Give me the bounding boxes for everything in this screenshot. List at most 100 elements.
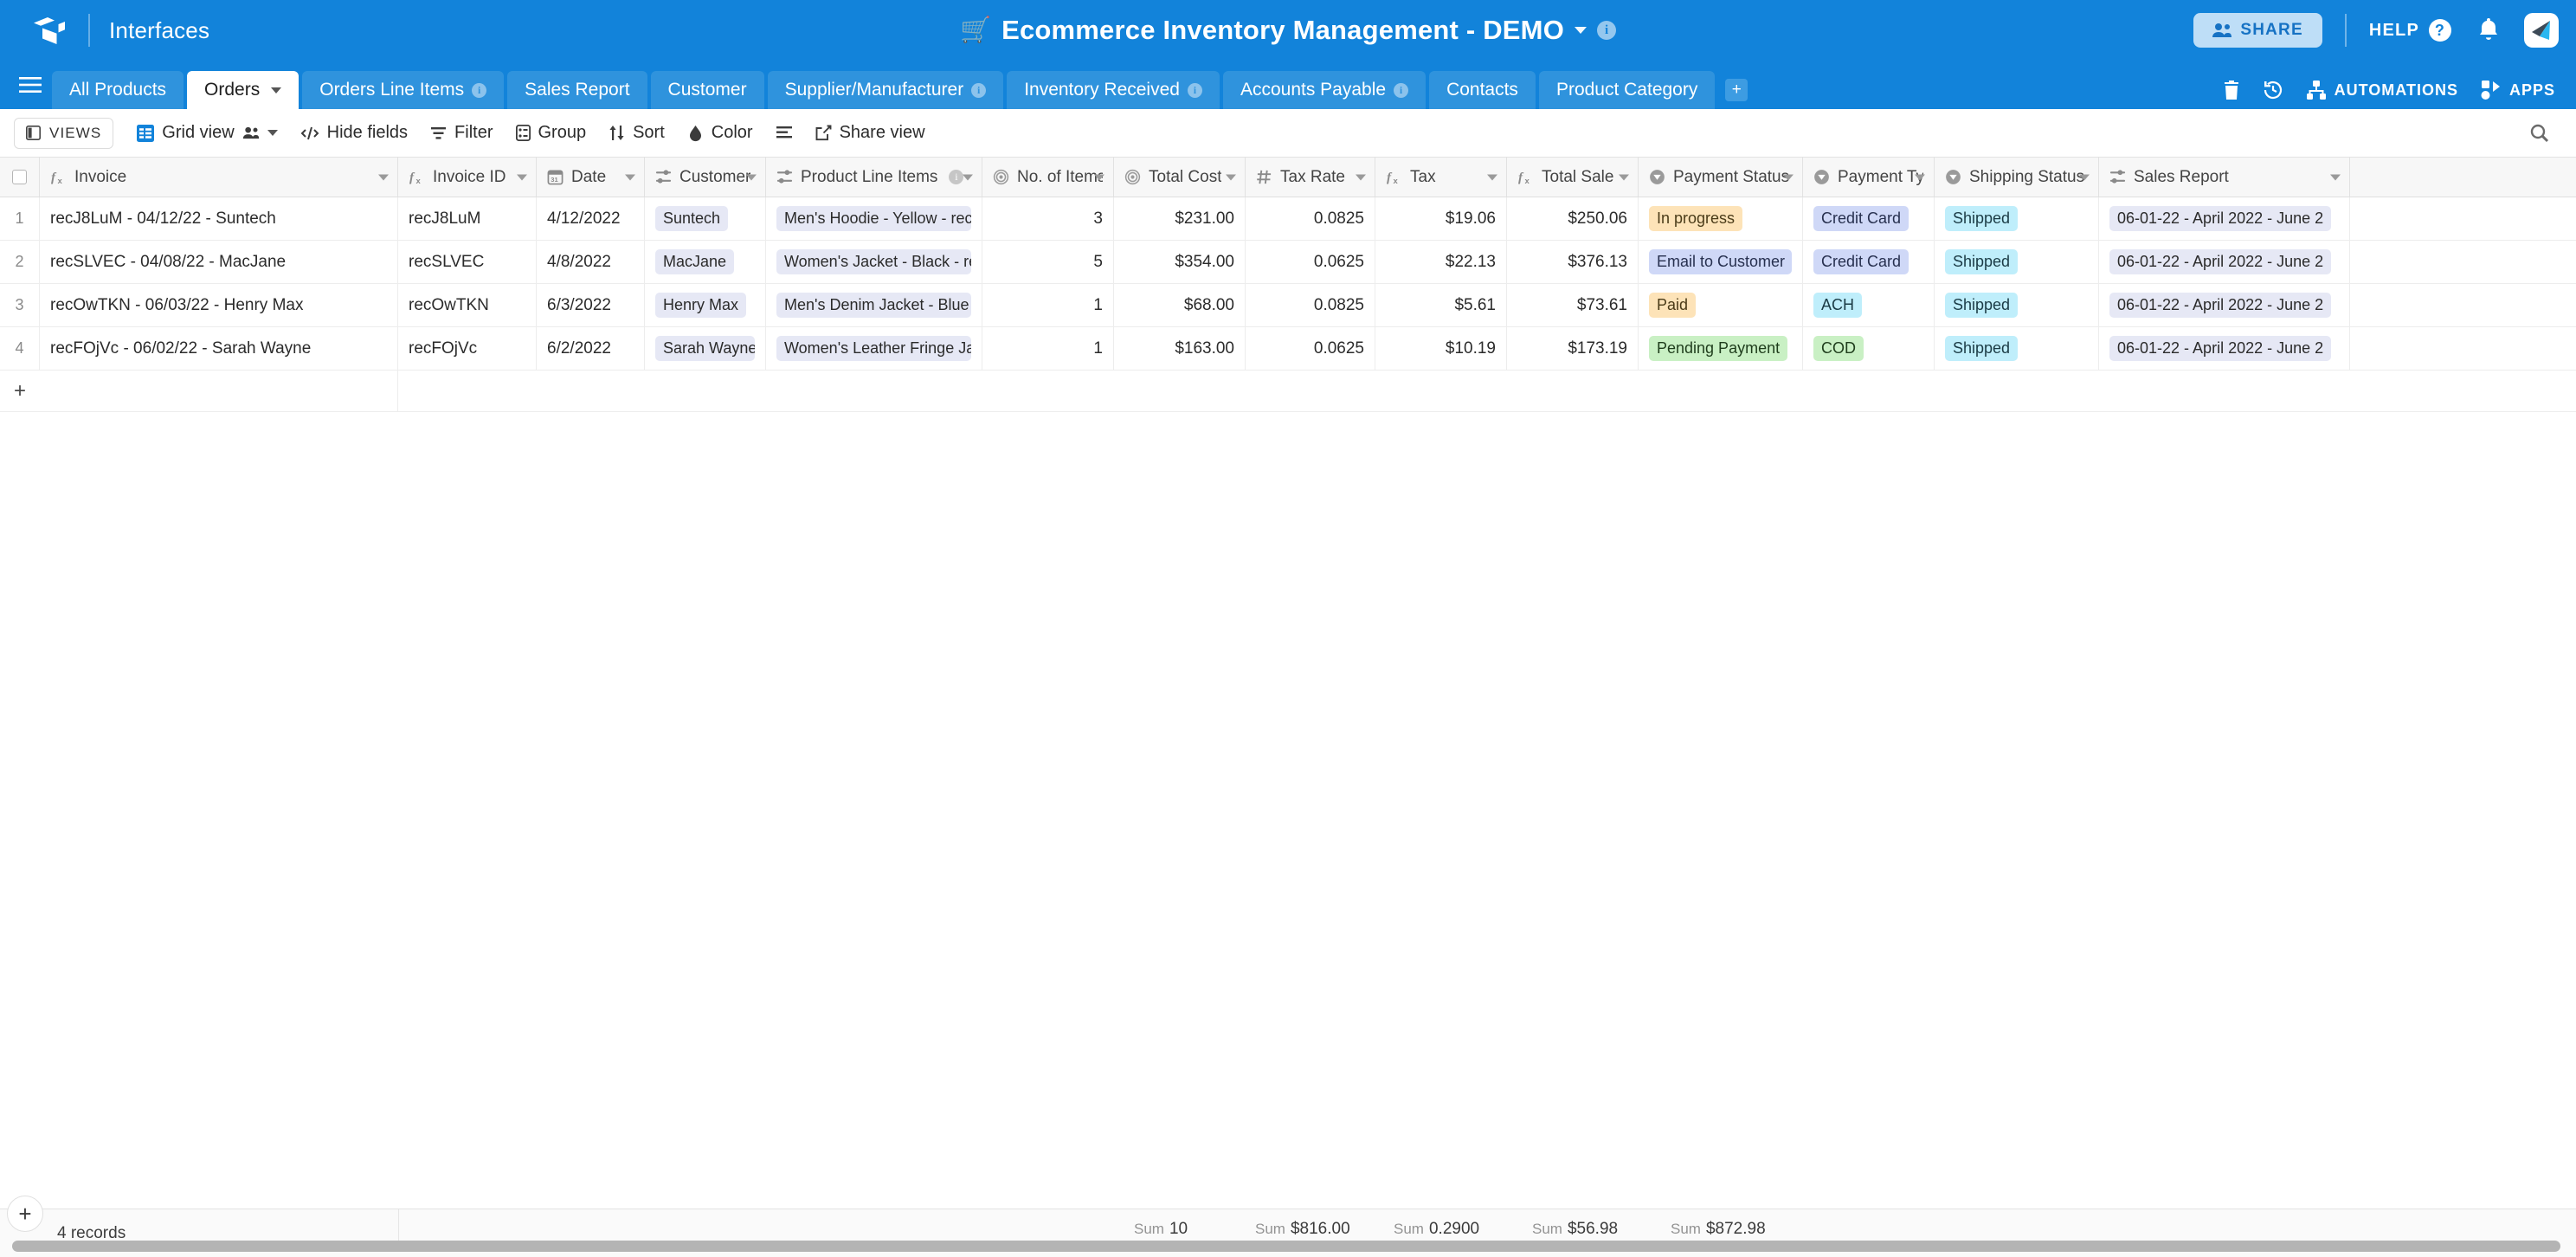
cell-shipping-status[interactable]: Shipped: [1935, 241, 2099, 283]
cell-payment-type[interactable]: Credit Card: [1803, 241, 1935, 283]
info-icon[interactable]: i: [1188, 83, 1202, 98]
chevron-down-icon[interactable]: [1575, 27, 1587, 34]
hide-fields-button[interactable]: Hide fields: [289, 118, 419, 148]
cell-shipping-status[interactable]: Shipped: [1935, 327, 2099, 370]
chevron-down-icon[interactable]: [517, 174, 527, 180]
summary-sum[interactable]: Sum10: [1134, 1220, 1188, 1239]
cell-payment-status[interactable]: Pending Payment: [1639, 327, 1803, 370]
apps-button[interactable]: APPS: [2481, 80, 2555, 100]
tab-customer[interactable]: Customer: [651, 71, 764, 109]
add-table-button[interactable]: +: [1725, 79, 1748, 101]
chevron-down-icon[interactable]: [625, 174, 635, 180]
chevron-down-icon[interactable]: [1226, 174, 1236, 180]
chevron-down-icon[interactable]: [1783, 174, 1794, 180]
cell-invoice-id[interactable]: recJ8LuM: [398, 197, 537, 240]
cell-date[interactable]: 4/8/2022: [537, 241, 645, 283]
tab-product-category[interactable]: Product Category: [1539, 71, 1715, 109]
share-view-button[interactable]: Share view: [804, 118, 937, 148]
cell-no-of-items[interactable]: 1: [982, 284, 1114, 326]
cell-invoice-id[interactable]: recOwTKN: [398, 284, 537, 326]
chevron-down-icon[interactable]: [963, 174, 973, 180]
interfaces-link[interactable]: Interfaces: [109, 17, 209, 44]
cell-total-sale[interactable]: $73.61: [1507, 284, 1639, 326]
tab-supplier-manufacturer[interactable]: Supplier/Manufactureri: [768, 71, 1004, 109]
cell-total-cost[interactable]: $231.00: [1114, 197, 1246, 240]
tab-sales-report[interactable]: Sales Report: [507, 71, 647, 109]
info-icon[interactable]: i: [1597, 21, 1616, 40]
cell-product-line-items[interactable]: Men's Hoodie - Yellow - recJ8: [766, 197, 982, 240]
info-icon[interactable]: i: [472, 83, 486, 98]
chevron-down-icon[interactable]: [378, 174, 389, 180]
search-icon[interactable]: [2529, 123, 2562, 144]
cell-total-sale[interactable]: $173.19: [1507, 327, 1639, 370]
column-header-invoice[interactable]: fxInvoice: [40, 158, 398, 197]
cell-payment-type[interactable]: Credit Card: [1803, 197, 1935, 240]
grid-view-button[interactable]: Grid view: [126, 118, 288, 148]
cell-payment-status[interactable]: Paid: [1639, 284, 1803, 326]
cell-product-line-items[interactable]: Men's Denim Jacket - Blue - r: [766, 284, 982, 326]
cell-invoice-id[interactable]: recSLVEC: [398, 241, 537, 283]
chevron-down-icon[interactable]: [1356, 174, 1366, 180]
airtable-logo-icon[interactable]: [29, 10, 69, 50]
tab-accounts-payable[interactable]: Accounts Payablei: [1223, 71, 1426, 109]
cell-date[interactable]: 6/2/2022: [537, 327, 645, 370]
tab-inventory-received[interactable]: Inventory Receivedi: [1007, 71, 1220, 109]
cell-no-of-items[interactable]: 3: [982, 197, 1114, 240]
add-record-button[interactable]: +: [7, 1196, 43, 1232]
cell-customer[interactable]: Sarah Wayne: [645, 327, 766, 370]
table-row[interactable]: 3recOwTKN - 06/03/22 - Henry MaxrecOwTKN…: [0, 284, 2576, 327]
views-button[interactable]: VIEWS: [14, 118, 113, 149]
plus-icon[interactable]: +: [0, 371, 40, 411]
summary-sum[interactable]: Sum0.2900: [1394, 1220, 1479, 1239]
cell-invoice-id[interactable]: recFOjVc: [398, 327, 537, 370]
cell-product-line-items[interactable]: Women's Jacket - Black - recS: [766, 241, 982, 283]
tab-orders[interactable]: Orders: [187, 71, 299, 109]
cell-sales-report[interactable]: 06-01-22 - April 2022 - June 2: [2099, 327, 2350, 370]
cell-tax[interactable]: $19.06: [1375, 197, 1507, 240]
cell-payment-type[interactable]: ACH: [1803, 284, 1935, 326]
trash-icon[interactable]: [2223, 81, 2240, 100]
cell-invoice[interactable]: recSLVEC - 04/08/22 - MacJane: [40, 241, 398, 283]
group-button[interactable]: Group: [505, 118, 598, 148]
column-header-invoice-id[interactable]: fxInvoice ID: [398, 158, 537, 197]
cell-payment-status[interactable]: In progress: [1639, 197, 1803, 240]
cell-no-of-items[interactable]: 5: [982, 241, 1114, 283]
cell-tax-rate[interactable]: 0.0825: [1246, 197, 1375, 240]
cell-invoice[interactable]: recOwTKN - 06/03/22 - Henry Max: [40, 284, 398, 326]
column-header-date[interactable]: 31Date: [537, 158, 645, 197]
cell-invoice[interactable]: recFOjVc - 06/02/22 - Sarah Wayne: [40, 327, 398, 370]
cell-invoice[interactable]: recJ8LuM - 04/12/22 - Suntech: [40, 197, 398, 240]
cell-sales-report[interactable]: 06-01-22 - April 2022 - June 2: [2099, 284, 2350, 326]
column-header-total-cost[interactable]: Total Cost: [1114, 158, 1246, 197]
cell-tax[interactable]: $22.13: [1375, 241, 1507, 283]
chevron-down-icon[interactable]: [271, 87, 281, 93]
summary-sum[interactable]: Sum$816.00: [1255, 1220, 1350, 1239]
filter-button[interactable]: Filter: [419, 118, 504, 148]
help-button[interactable]: HELP ?: [2369, 19, 2451, 42]
table-row[interactable]: 1recJ8LuM - 04/12/22 - SuntechrecJ8LuM4/…: [0, 197, 2576, 241]
chevron-down-icon[interactable]: [267, 130, 278, 136]
table-row[interactable]: 2recSLVEC - 04/08/22 - MacJanerecSLVEC4/…: [0, 241, 2576, 284]
sort-button[interactable]: Sort: [597, 118, 676, 148]
cell-tax[interactable]: $5.61: [1375, 284, 1507, 326]
column-header-shipping-status[interactable]: Shipping Status: [1935, 158, 2099, 197]
cell-payment-type[interactable]: COD: [1803, 327, 1935, 370]
cell-customer[interactable]: MacJane: [645, 241, 766, 283]
tab-orders-line-items[interactable]: Orders Line Itemsi: [302, 71, 504, 109]
info-icon[interactable]: i: [971, 83, 986, 98]
cell-sales-report[interactable]: 06-01-22 - April 2022 - June 2: [2099, 197, 2350, 240]
summary-sum[interactable]: Sum$56.98: [1532, 1220, 1618, 1239]
cell-shipping-status[interactable]: Shipped: [1935, 197, 2099, 240]
cell-tax-rate[interactable]: 0.0625: [1246, 327, 1375, 370]
cell-no-of-items[interactable]: 1: [982, 327, 1114, 370]
chevron-down-icon[interactable]: [1915, 174, 1925, 180]
column-header-tax-rate[interactable]: Tax Rate: [1246, 158, 1375, 197]
cell-tax-rate[interactable]: 0.0825: [1246, 284, 1375, 326]
column-header-customer[interactable]: Customer: [645, 158, 766, 197]
info-icon[interactable]: i: [1394, 83, 1408, 98]
cell-total-cost[interactable]: $354.00: [1114, 241, 1246, 283]
chevron-down-icon[interactable]: [1619, 174, 1629, 180]
table-row[interactable]: 4recFOjVc - 06/02/22 - Sarah WaynerecFOj…: [0, 327, 2576, 371]
cell-customer[interactable]: Henry Max: [645, 284, 766, 326]
cell-tax-rate[interactable]: 0.0625: [1246, 241, 1375, 283]
